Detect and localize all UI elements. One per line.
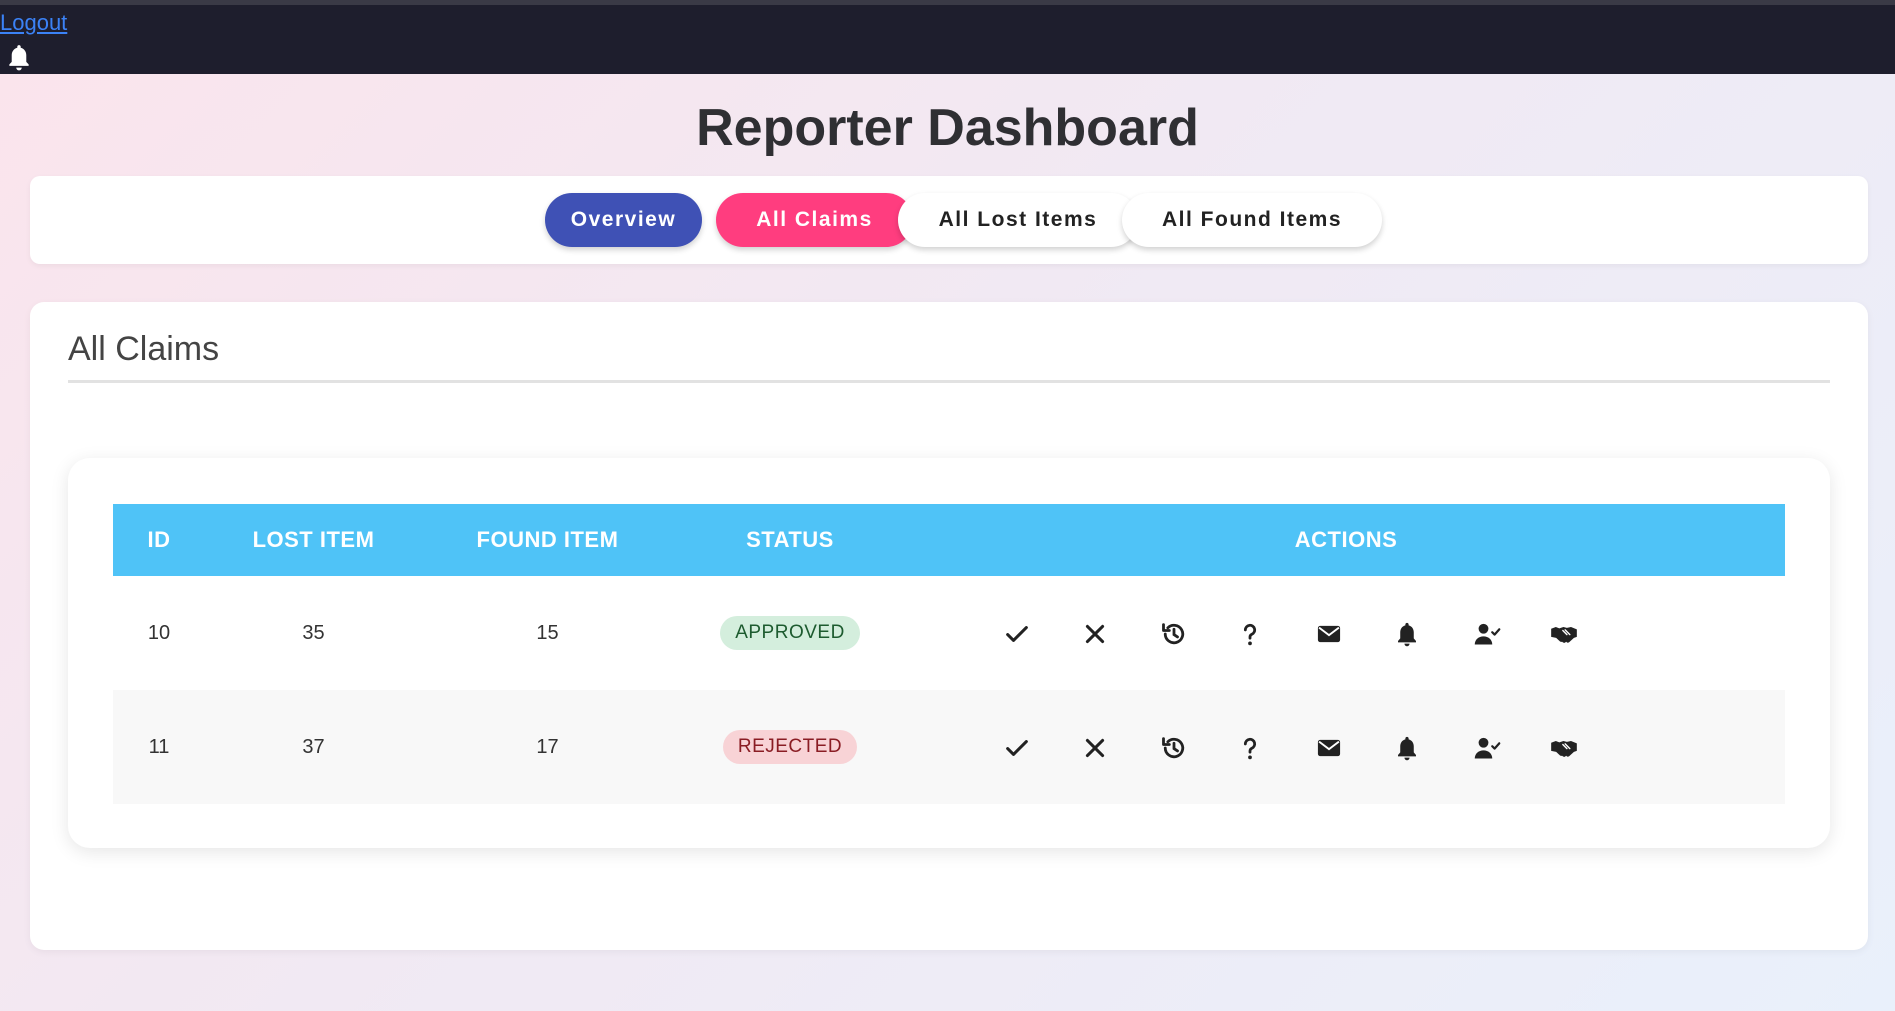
tab-all-claims[interactable]: All Claims: [716, 193, 913, 247]
check-icon[interactable]: [1001, 618, 1033, 650]
cell-lost-item: 35: [302, 621, 325, 644]
cell-actions: [907, 690, 1785, 804]
status-badge: APPROVED: [720, 616, 860, 650]
cell-id: 11: [148, 735, 170, 758]
user-check-icon[interactable]: [1471, 732, 1503, 764]
column-header-found-item: FOUND ITEM: [476, 527, 619, 552]
envelope-icon[interactable]: [1313, 732, 1345, 764]
page-title: Reporter Dashboard: [696, 99, 1199, 157]
history-icon[interactable]: [1158, 618, 1190, 650]
column-header-lost-item: LOST ITEM: [252, 527, 375, 552]
cell-found-item: 17: [536, 735, 559, 758]
bell-icon[interactable]: [1391, 732, 1423, 764]
claims-table: ID LOST ITEM FOUND ITEM STATUS ACTIONS 1…: [68, 458, 1830, 848]
check-icon[interactable]: [1001, 732, 1033, 764]
top-navbar: Logout: [0, 0, 1895, 74]
cell-actions: [907, 576, 1785, 690]
column-header-id: ID: [147, 527, 171, 552]
cell-found-item: 15: [536, 621, 559, 644]
history-icon[interactable]: [1158, 732, 1190, 764]
user-check-icon[interactable]: [1471, 618, 1503, 650]
close-icon[interactable]: [1079, 732, 1111, 764]
table-row: 10 35 15 APPROVED: [113, 576, 1785, 690]
table-header: ID LOST ITEM FOUND ITEM STATUS ACTIONS: [113, 504, 1785, 576]
logout-link[interactable]: Logout: [0, 10, 67, 36]
cell-status: REJECTED: [673, 690, 907, 804]
envelope-icon[interactable]: [1313, 618, 1345, 650]
tab-all-lost-items[interactable]: All Lost Items: [898, 193, 1138, 247]
table-row: 11 37 17 REJECTED: [113, 690, 1785, 804]
notification-bell-icon[interactable]: [6, 43, 32, 73]
bell-icon[interactable]: [1391, 618, 1423, 650]
tab-bar: Overview All Claims All Lost Items All F…: [30, 176, 1868, 264]
cell-status: APPROVED: [673, 576, 907, 690]
handshake-icon[interactable]: [1548, 732, 1580, 764]
cell-lost-item: 37: [302, 735, 325, 758]
section-title: All Claims: [68, 330, 220, 368]
handshake-icon[interactable]: [1548, 618, 1580, 650]
column-header-status: STATUS: [746, 527, 834, 552]
question-icon[interactable]: [1234, 618, 1266, 650]
close-icon[interactable]: [1079, 618, 1111, 650]
question-icon[interactable]: [1234, 732, 1266, 764]
tab-all-found-items[interactable]: All Found Items: [1122, 193, 1382, 247]
column-header-actions: ACTIONS: [1294, 527, 1398, 552]
status-badge: REJECTED: [722, 730, 858, 764]
tab-overview[interactable]: Overview: [545, 193, 702, 247]
cell-id: 10: [147, 621, 171, 644]
claims-panel: All Claims ID LOST ITEM FOUND ITEM STATU…: [30, 302, 1868, 950]
section-divider: [68, 380, 1830, 383]
